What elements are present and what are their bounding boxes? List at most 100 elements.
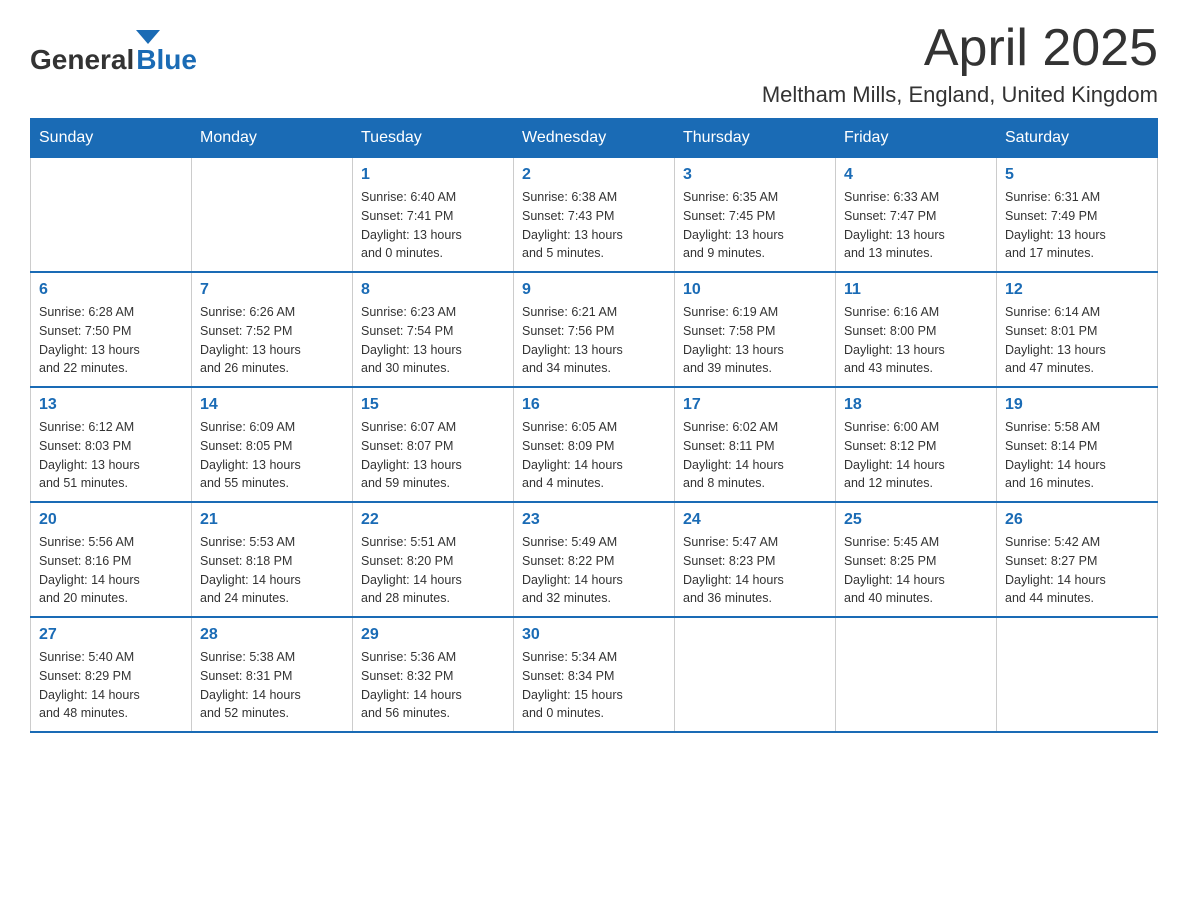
day-info: Sunrise: 6:23 AMSunset: 7:54 PMDaylight:… (361, 303, 505, 378)
day-info: Sunrise: 6:35 AMSunset: 7:45 PMDaylight:… (683, 188, 827, 263)
day-info: Sunrise: 5:56 AMSunset: 8:16 PMDaylight:… (39, 533, 183, 608)
day-number: 17 (683, 396, 827, 414)
day-number: 27 (39, 626, 183, 644)
week-row-4: 20 Sunrise: 5:56 AMSunset: 8:16 PMDayligh… (31, 502, 1158, 617)
day-cell-16: 16 Sunrise: 6:05 AMSunset: 8:09 PMDayligh… (514, 387, 675, 502)
day-number: 10 (683, 281, 827, 299)
day-info: Sunrise: 5:38 AMSunset: 8:31 PMDaylight:… (200, 648, 344, 723)
day-cell-27: 27 Sunrise: 5:40 AMSunset: 8:29 PMDayligh… (31, 617, 192, 732)
calendar-header-row: SundayMondayTuesdayWednesdayThursdayFrid… (31, 119, 1158, 158)
day-number: 16 (522, 396, 666, 414)
day-cell-28: 28 Sunrise: 5:38 AMSunset: 8:31 PMDayligh… (192, 617, 353, 732)
day-number: 7 (200, 281, 344, 299)
day-number: 22 (361, 511, 505, 529)
day-info: Sunrise: 6:31 AMSunset: 7:49 PMDaylight:… (1005, 188, 1149, 263)
day-cell-24: 24Sunrise: 5:47 AMSunset: 8:23 PMDayligh… (675, 502, 836, 617)
day-info: Sunrise: 5:58 AMSunset: 8:14 PMDaylight:… (1005, 418, 1149, 493)
day-number: 18 (844, 396, 988, 414)
day-info: Sunrise: 5:49 AMSunset: 8:22 PMDaylight:… (522, 533, 666, 608)
month-year-title: April 2025 (762, 20, 1158, 77)
day-info: Sunrise: 5:34 AMSunset: 8:34 PMDaylight:… (522, 648, 666, 723)
day-info: Sunrise: 5:53 AMSunset: 8:18 PMDaylight:… (200, 533, 344, 608)
day-cell-26: 26 Sunrise: 5:42 AMSunset: 8:27 PMDayligh… (997, 502, 1158, 617)
weekday-header-saturday: Saturday (997, 119, 1158, 158)
day-number: 11 (844, 281, 988, 299)
logo-blue: Blue (136, 44, 197, 76)
day-info: Sunrise: 6:19 AMSunset: 7:58 PMDaylight:… (683, 303, 827, 378)
day-info: Sunrise: 6:14 AMSunset: 8:01 PMDaylight:… (1005, 303, 1149, 378)
day-cell-29: 29 Sunrise: 5:36 AMSunset: 8:32 PMDayligh… (353, 617, 514, 732)
week-row-3: 13Sunrise: 6:12 AMSunset: 8:03 PMDayligh… (31, 387, 1158, 502)
day-number: 3 (683, 166, 827, 184)
day-number: 15 (361, 396, 505, 414)
day-info: Sunrise: 6:28 AMSunset: 7:50 PMDaylight:… (39, 303, 183, 378)
day-number: 25 (844, 511, 988, 529)
day-cell-22: 22 Sunrise: 5:51 AMSunset: 8:20 PMDayligh… (353, 502, 514, 617)
day-cell-11: 11 Sunrise: 6:16 AMSunset: 8:00 PMDayligh… (836, 272, 997, 387)
weekday-header-wednesday: Wednesday (514, 119, 675, 158)
weekday-header-friday: Friday (836, 119, 997, 158)
empty-cell (997, 617, 1158, 732)
day-info: Sunrise: 5:45 AMSunset: 8:25 PMDaylight:… (844, 533, 988, 608)
day-number: 28 (200, 626, 344, 644)
day-cell-3: 3 Sunrise: 6:35 AMSunset: 7:45 PMDaylight… (675, 158, 836, 273)
day-cell-9: 9Sunrise: 6:21 AMSunset: 7:56 PMDaylight… (514, 272, 675, 387)
day-cell-19: 19Sunrise: 5:58 AMSunset: 8:14 PMDayligh… (997, 387, 1158, 502)
day-cell-5: 5 Sunrise: 6:31 AMSunset: 7:49 PMDaylight… (997, 158, 1158, 273)
header: General Blue April 2025 Meltham Mills, E… (30, 20, 1158, 108)
day-cell-10: 10 Sunrise: 6:19 AMSunset: 7:58 PMDayligh… (675, 272, 836, 387)
day-cell-20: 20 Sunrise: 5:56 AMSunset: 8:16 PMDayligh… (31, 502, 192, 617)
day-info: Sunrise: 5:40 AMSunset: 8:29 PMDaylight:… (39, 648, 183, 723)
weekday-header-thursday: Thursday (675, 119, 836, 158)
day-cell-18: 18 Sunrise: 6:00 AMSunset: 8:12 PMDayligh… (836, 387, 997, 502)
logo-triangle-icon (136, 30, 160, 44)
day-number: 5 (1005, 166, 1149, 184)
day-info: Sunrise: 6:09 AMSunset: 8:05 PMDaylight:… (200, 418, 344, 493)
day-number: 2 (522, 166, 666, 184)
week-row-2: 6 Sunrise: 6:28 AMSunset: 7:50 PMDaylight… (31, 272, 1158, 387)
day-cell-8: 8 Sunrise: 6:23 AMSunset: 7:54 PMDaylight… (353, 272, 514, 387)
day-cell-15: 15 Sunrise: 6:07 AMSunset: 8:07 PMDayligh… (353, 387, 514, 502)
day-info: Sunrise: 5:36 AMSunset: 8:32 PMDaylight:… (361, 648, 505, 723)
weekday-header-sunday: Sunday (31, 119, 192, 158)
day-number: 4 (844, 166, 988, 184)
day-number: 1 (361, 166, 505, 184)
day-info: Sunrise: 6:05 AMSunset: 8:09 PMDaylight:… (522, 418, 666, 493)
day-number: 30 (522, 626, 666, 644)
title-area: April 2025 Meltham Mills, England, Unite… (762, 20, 1158, 108)
day-number: 20 (39, 511, 183, 529)
day-cell-2: 2 Sunrise: 6:38 AMSunset: 7:43 PMDaylight… (514, 158, 675, 273)
week-row-5: 27 Sunrise: 5:40 AMSunset: 8:29 PMDayligh… (31, 617, 1158, 732)
logo-general: General (30, 44, 134, 76)
day-number: 29 (361, 626, 505, 644)
day-cell-23: 23 Sunrise: 5:49 AMSunset: 8:22 PMDayligh… (514, 502, 675, 617)
day-info: Sunrise: 6:07 AMSunset: 8:07 PMDaylight:… (361, 418, 505, 493)
day-number: 8 (361, 281, 505, 299)
day-info: Sunrise: 6:16 AMSunset: 8:00 PMDaylight:… (844, 303, 988, 378)
empty-cell (192, 158, 353, 273)
day-cell-30: 30 Sunrise: 5:34 AMSunset: 8:34 PMDayligh… (514, 617, 675, 732)
day-info: Sunrise: 5:42 AMSunset: 8:27 PMDaylight:… (1005, 533, 1149, 608)
day-number: 6 (39, 281, 183, 299)
day-info: Sunrise: 6:00 AMSunset: 8:12 PMDaylight:… (844, 418, 988, 493)
logo: General Blue (30, 30, 197, 76)
weekday-header-tuesday: Tuesday (353, 119, 514, 158)
day-cell-6: 6 Sunrise: 6:28 AMSunset: 7:50 PMDaylight… (31, 272, 192, 387)
empty-cell (675, 617, 836, 732)
empty-cell (836, 617, 997, 732)
day-number: 14 (200, 396, 344, 414)
day-info: Sunrise: 6:38 AMSunset: 7:43 PMDaylight:… (522, 188, 666, 263)
day-info: Sunrise: 6:02 AMSunset: 8:11 PMDaylight:… (683, 418, 827, 493)
day-number: 26 (1005, 511, 1149, 529)
day-cell-4: 4 Sunrise: 6:33 AMSunset: 7:47 PMDaylight… (836, 158, 997, 273)
day-cell-14: 14 Sunrise: 6:09 AMSunset: 8:05 PMDayligh… (192, 387, 353, 502)
day-cell-7: 7 Sunrise: 6:26 AMSunset: 7:52 PMDaylight… (192, 272, 353, 387)
empty-cell (31, 158, 192, 273)
day-info: Sunrise: 6:33 AMSunset: 7:47 PMDaylight:… (844, 188, 988, 263)
location-subtitle: Meltham Mills, England, United Kingdom (762, 82, 1158, 108)
day-number: 24 (683, 511, 827, 529)
day-info: Sunrise: 5:51 AMSunset: 8:20 PMDaylight:… (361, 533, 505, 608)
day-number: 23 (522, 511, 666, 529)
day-info: Sunrise: 6:26 AMSunset: 7:52 PMDaylight:… (200, 303, 344, 378)
day-cell-12: 12Sunrise: 6:14 AMSunset: 8:01 PMDayligh… (997, 272, 1158, 387)
